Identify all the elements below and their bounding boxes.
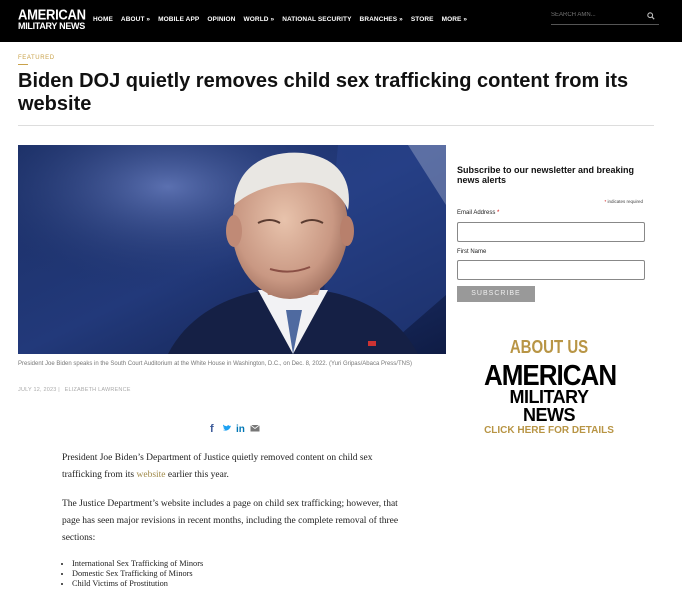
- search-box: [551, 10, 659, 25]
- subscribe-button[interactable]: SUBSCRIBE: [457, 286, 535, 302]
- publish-date: JULY 12, 2023: [18, 387, 57, 393]
- category-label[interactable]: FEATURED: [18, 55, 55, 61]
- click-here-cta[interactable]: CLICK HERE FOR DETAILS: [484, 425, 614, 437]
- nav-item-national-security[interactable]: NATIONAL SECURITY: [282, 16, 351, 23]
- about-us-banner[interactable]: ABOUT US AMERICAN MILITARY NEWS CLICK HE…: [484, 337, 617, 437]
- nav-item-store[interactable]: STORE: [411, 16, 434, 23]
- removed-sections-list: International Sex Trafficking of Minors …: [62, 559, 412, 589]
- email-icon[interactable]: [250, 420, 260, 432]
- nav-item-home[interactable]: HOME: [93, 16, 113, 23]
- email-field[interactable]: [457, 222, 645, 242]
- about-brand-line-1: AMERICAN: [484, 358, 617, 392]
- facebook-icon[interactable]: f: [208, 420, 218, 435]
- title-divider: [18, 125, 654, 126]
- about-us-heading: ABOUT US: [509, 337, 589, 358]
- nav-item-world[interactable]: WORLD »: [244, 16, 275, 23]
- byline: JULY 12, 2023 | ELIZABETH LAWRENCE: [18, 387, 131, 393]
- website-link[interactable]: website: [137, 470, 166, 480]
- about-brand-line-2: MILITARY NEWS: [509, 387, 590, 425]
- share-bar: f in: [208, 420, 260, 435]
- article-title: Biden DOJ quietly removes child sex traf…: [18, 70, 629, 115]
- author-link[interactable]: ELIZABETH LAWRENCE: [65, 387, 131, 393]
- linkedin-icon[interactable]: in: [236, 420, 246, 435]
- nav-item-more[interactable]: MORE »: [442, 16, 468, 23]
- nav-item-branches[interactable]: BRANCHES »: [360, 16, 403, 23]
- category-underline: [18, 64, 28, 65]
- search-input[interactable]: [551, 12, 641, 18]
- article-paragraph-1: President Joe Biden’s Department of Just…: [62, 453, 373, 480]
- article-photo-image: [18, 145, 446, 354]
- article-paragraph-2: The Justice Department’s website include…: [62, 499, 399, 543]
- list-item: Child Victims of Prostitution: [72, 579, 412, 589]
- first-name-field[interactable]: [457, 260, 645, 280]
- list-item: International Sex Trafficking of Minors: [72, 559, 412, 569]
- main-nav: HOME ABOUT » MOBILE APP OPINION WORLD » …: [93, 16, 475, 23]
- article-body: President Joe Biden’s Department of Just…: [62, 450, 412, 589]
- newsletter-title: Subscribe to our newsletter and breaking…: [457, 165, 635, 185]
- top-nav-bar: AMERICAN MILITARY NEWS HOME ABOUT » MOBI…: [0, 0, 682, 42]
- svg-text:in: in: [236, 424, 245, 433]
- article-photo: [18, 145, 446, 354]
- svg-text:f: f: [210, 423, 214, 433]
- nav-item-about[interactable]: ABOUT »: [121, 16, 150, 23]
- newsletter-form: Subscribe to our newsletter and breaking…: [457, 165, 647, 302]
- first-name-label: First Name: [457, 249, 487, 255]
- twitter-icon[interactable]: [222, 420, 232, 431]
- nav-item-opinion[interactable]: OPINION: [207, 16, 235, 23]
- nav-item-mobile-app[interactable]: MOBILE APP: [158, 16, 199, 23]
- list-item: Domestic Sex Trafficking of Minors: [72, 569, 412, 579]
- byline-separator: |: [58, 387, 60, 393]
- required-note: * indicates required: [604, 199, 643, 204]
- site-logo[interactable]: AMERICAN MILITARY NEWS: [18, 5, 86, 32]
- search-icon[interactable]: [647, 12, 655, 20]
- email-label: Email Address *: [457, 210, 500, 216]
- logo-line-1: AMERICAN: [18, 5, 86, 23]
- photo-caption: President Joe Biden speaks in the South …: [18, 361, 412, 367]
